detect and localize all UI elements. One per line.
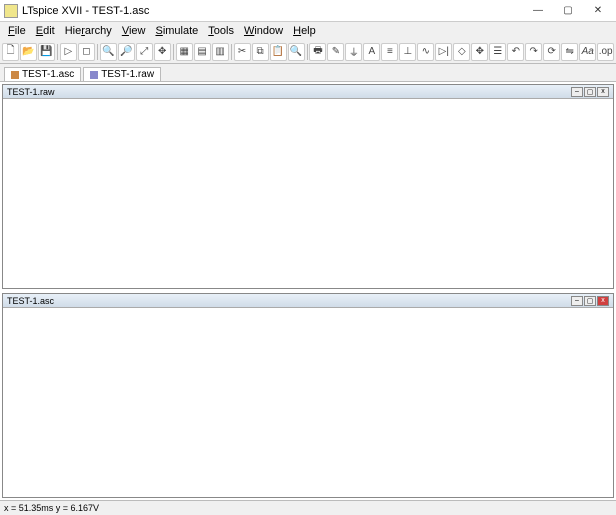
zoom-fit-button[interactable]: ⤢ [136, 43, 153, 61]
minimize-button[interactable]: — [524, 2, 552, 20]
menu-view[interactable]: View [118, 24, 150, 38]
menu-edit[interactable]: Edit [32, 24, 59, 38]
menu-hierarchy[interactable]: Hierarchy [61, 24, 116, 38]
waveform-pane-title: TEST-1.raw [7, 87, 55, 97]
waveform-tab-icon [90, 71, 98, 79]
tab-strip: TEST-1.asc TEST-1.raw [0, 64, 616, 82]
stop-button[interactable]: ◻ [78, 43, 95, 61]
menu-simulate[interactable]: Simulate [151, 24, 202, 38]
schematic-pane: TEST-1.asc – ▢ x V1 PULSE(0 5 10m 0.001 … [2, 293, 614, 498]
waveform-pane: TEST-1.raw – ▢ x V(clk)V(clk2)V(clk3)V(a… [2, 84, 614, 289]
cursor-readout: x = 51.35ms y = 6.167V [4, 503, 99, 513]
pane-min-button[interactable]: – [571, 296, 583, 306]
titlebar: LTspice XVII - TEST-1.asc — ▢ ✕ [0, 0, 616, 22]
app-icon [4, 4, 18, 18]
find-button[interactable]: 🔍 [288, 43, 305, 61]
window-title: LTspice XVII - TEST-1.asc [22, 5, 524, 17]
menu-window[interactable]: Window [240, 24, 287, 38]
tab-waveform-label: TEST-1.raw [101, 69, 154, 80]
redo-button[interactable]: ↷ [525, 43, 542, 61]
pane-max-button[interactable]: ▢ [584, 87, 596, 97]
diode-button[interactable]: ▷| [435, 43, 452, 61]
resistor-button[interactable]: ≡ [381, 43, 398, 61]
menu-help[interactable]: Help [289, 24, 320, 38]
drag-button[interactable]: ☰ [489, 43, 506, 61]
tile-button[interactable]: ▤ [194, 43, 211, 61]
statusbar: x = 51.35ms y = 6.167V [0, 500, 616, 515]
tab-schematic-label: TEST-1.asc [22, 69, 74, 80]
new-schematic-button[interactable]: 🗋 [2, 43, 19, 61]
rotate-button[interactable]: ⟳ [543, 43, 560, 61]
cut-button[interactable]: ✂ [234, 43, 251, 61]
pane-max-button[interactable]: ▢ [584, 296, 596, 306]
wire-button[interactable]: ✎ [327, 43, 344, 61]
toolbar: 🗋 📂 💾 ▷ ◻ 🔍 🔎 ⤢ ✥ ▦ ▤ ▥ ✂ ⧉ 📋 🔍 🖶 ✎ ⏚ A … [0, 40, 616, 64]
close-button[interactable]: ✕ [584, 2, 612, 20]
capacitor-button[interactable]: ⊥ [399, 43, 416, 61]
autorange-button[interactable]: ▦ [176, 43, 193, 61]
mirror-button[interactable]: ⇋ [561, 43, 578, 61]
label-button[interactable]: A [363, 43, 380, 61]
menubar: File Edit Hierarchy View Simulate Tools … [0, 22, 616, 40]
text-button[interactable]: Aa [579, 43, 596, 61]
open-button[interactable]: 📂 [20, 43, 37, 61]
menu-tools[interactable]: Tools [204, 24, 238, 38]
move-button[interactable]: ✥ [471, 43, 488, 61]
pane-min-button[interactable]: – [571, 87, 583, 97]
pane-close-button[interactable]: x [597, 296, 609, 306]
inductor-button[interactable]: ∿ [417, 43, 434, 61]
component-button[interactable]: ◇ [453, 43, 470, 61]
copy-button[interactable]: ⧉ [252, 43, 269, 61]
menu-file[interactable]: File [4, 24, 30, 38]
ground-button[interactable]: ⏚ [345, 43, 362, 61]
tab-waveform[interactable]: TEST-1.raw [83, 67, 161, 81]
cascade-button[interactable]: ▥ [212, 43, 229, 61]
run-button[interactable]: ▷ [60, 43, 77, 61]
undo-button[interactable]: ↶ [507, 43, 524, 61]
schematic-pane-title: TEST-1.asc [7, 296, 54, 306]
save-button[interactable]: 💾 [38, 43, 55, 61]
paste-button[interactable]: 📋 [270, 43, 287, 61]
schematic-tab-icon [11, 71, 19, 79]
zoom-out-button[interactable]: 🔎 [118, 43, 135, 61]
print-button[interactable]: 🖶 [309, 43, 326, 61]
zoom-in-button[interactable]: 🔍 [100, 43, 117, 61]
maximize-button[interactable]: ▢ [554, 2, 582, 20]
spice-directive-button[interactable]: .op [597, 43, 614, 61]
pane-close-button[interactable]: x [597, 87, 609, 97]
pan-button[interactable]: ✥ [154, 43, 171, 61]
tab-schematic[interactable]: TEST-1.asc [4, 67, 81, 81]
